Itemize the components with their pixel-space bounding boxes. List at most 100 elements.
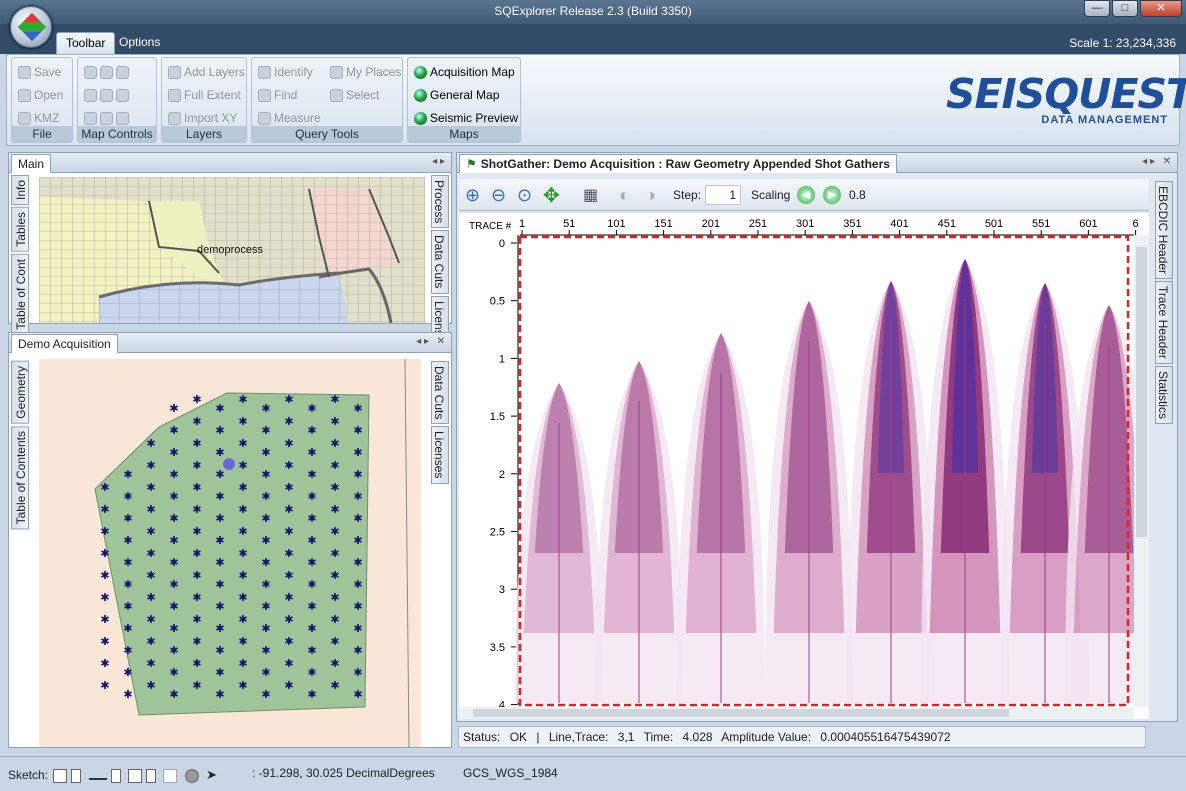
scale-decrease-icon[interactable]: ◀: [797, 186, 815, 204]
station-icon: ✱: [330, 613, 339, 626]
station-icon: ✱: [169, 534, 178, 547]
open-button[interactable]: Open: [18, 85, 63, 105]
selected-shot-point[interactable]: [223, 458, 235, 470]
import-xy-button[interactable]: Import XY: [168, 108, 237, 128]
measure-button[interactable]: Measure: [258, 108, 321, 128]
select-button[interactable]: Select: [330, 85, 379, 105]
text-icon[interactable]: [163, 768, 178, 783]
panel-scroll-arrows[interactable]: ◂ ▸: [432, 156, 445, 167]
eraser-icon[interactable]: [128, 768, 143, 783]
maximize-button[interactable]: □: [1112, 0, 1138, 17]
general-map-button[interactable]: General Map: [414, 85, 499, 105]
tab-table-of-contents[interactable]: Table of Contents: [11, 425, 29, 530]
panel-scroll-arrows[interactable]: ◂ ▸: [1142, 156, 1155, 167]
find-label: Find: [274, 88, 298, 102]
save-label: Save: [34, 65, 62, 79]
station-icon: ✱: [215, 622, 224, 635]
minimize-button[interactable]: —: [1084, 0, 1110, 17]
pointer-icon[interactable]: ➤: [206, 768, 220, 783]
close-button[interactable]: ✕: [1140, 0, 1182, 17]
hand-icon[interactable]: [116, 112, 129, 126]
overview-map[interactable]: demoprocess: [39, 177, 425, 323]
tab-trace-header[interactable]: Trace Header: [1155, 281, 1173, 364]
tab-tables[interactable]: Tables: [11, 207, 29, 252]
status-value: OK: [509, 730, 528, 744]
add-layers-button[interactable]: Add Layers: [168, 62, 245, 82]
vertical-scroll-thumb[interactable]: [1136, 247, 1147, 537]
full-extent-button[interactable]: Full Extent: [168, 85, 241, 105]
identify-button[interactable]: Identify: [258, 62, 313, 82]
back-icon[interactable]: [100, 66, 113, 80]
main-left-tabs: Info Tables Table of Cont: [11, 175, 29, 336]
acquisition-map[interactable]: ✱ ✱ ✱ ✱ ✱ ✱ ✱ ✱ ✱ ✱ ✱ ✱ ✱ ✱ ✱ ✱ ✱ ✱ ✱ ✱ ✱ ✱ ✱ ✱ ✱ ✱ ✱ ✱ ✱ ✱ ✱ ✱ ✱ ✱ ✱ ✱ ✱ ✱ ✱ ✱…: [39, 359, 421, 747]
zoom-extent-icon[interactable]: ⊙: [517, 185, 532, 206]
eraser-dropdown-icon[interactable]: [146, 768, 157, 783]
forward-icon[interactable]: [116, 66, 129, 80]
tab-table-of-contents[interactable]: Table of Cont: [11, 253, 29, 335]
pan-icon[interactable]: [84, 112, 97, 126]
zoom-out-icon[interactable]: ⊖: [491, 185, 506, 206]
line-dropdown-icon[interactable]: [110, 768, 121, 783]
zoom-in-icon[interactable]: ⊕: [465, 185, 480, 206]
tab-shotgather[interactable]: ⚑ ShotGather: Demo Acquisition : Raw Geom…: [459, 154, 897, 173]
line-style-icon[interactable]: [88, 772, 107, 780]
tab-data-cuts[interactable]: Data Cuts: [431, 361, 449, 425]
tab-demo-acquisition[interactable]: Demo Acquisition: [11, 334, 118, 353]
station-icon: ✱: [330, 657, 339, 670]
kmz-button[interactable]: KMZ: [18, 108, 59, 128]
find-button[interactable]: Find: [258, 85, 297, 105]
zoom-out-icon[interactable]: [84, 89, 97, 103]
station-icon: ✱: [192, 503, 201, 516]
scale-increase-icon[interactable]: ▶: [823, 186, 841, 204]
open-label: Open: [34, 88, 64, 102]
save-button[interactable]: Save: [18, 62, 61, 82]
tab-statistics[interactable]: Statistics: [1155, 365, 1173, 424]
settings-grid-icon[interactable]: ▦: [583, 185, 598, 205]
my-places-button[interactable]: My Places: [330, 62, 401, 82]
sketch-tools: Sketch: ➤: [8, 763, 222, 787]
tab-options[interactable]: Options: [110, 32, 169, 54]
time-tick-label: 2: [499, 469, 505, 481]
pen-icon[interactable]: [53, 768, 68, 783]
amplitude-value: 0.000405516475439072: [820, 730, 951, 744]
tab-process[interactable]: Process: [431, 175, 449, 229]
panel-close-icon[interactable]: ✕: [437, 336, 445, 347]
clear-sketch-icon[interactable]: [184, 768, 199, 783]
tab-info[interactable]: Info: [11, 175, 29, 206]
panel-scroll-arrows[interactable]: ◂ ▸: [416, 336, 429, 347]
tab-data-cuts[interactable]: Data Cuts: [431, 230, 449, 294]
tab-main[interactable]: Main: [11, 154, 52, 173]
ruler-icon: [258, 112, 271, 126]
station-icon: ✱: [146, 525, 155, 538]
panel-close-icon[interactable]: ✕: [1163, 156, 1171, 167]
station-icon: ✱: [353, 468, 362, 481]
zoom-in-icon[interactable]: [84, 66, 97, 80]
station-icon: ✱: [169, 490, 178, 503]
seismic-preview-button[interactable]: Seismic Preview: [414, 108, 518, 128]
station-icon: ✱: [146, 459, 155, 472]
pen-dropdown-icon[interactable]: [71, 768, 82, 783]
status-separator: |: [536, 730, 540, 744]
station-icon: ✱: [284, 393, 293, 406]
seismic-display[interactable]: TRACE # 1 51 101 151 201 251 301 351 401 451 501 55…: [459, 213, 1149, 719]
step-input[interactable]: 1: [705, 185, 741, 205]
acquisition-map-button[interactable]: Acquisition Map: [414, 62, 515, 82]
app-orb-button[interactable]: [10, 6, 52, 48]
time-tick-label: 2.5: [490, 527, 505, 539]
station-icon: ✱: [330, 481, 339, 494]
station-icon: ✱: [215, 424, 224, 437]
pan-icon[interactable]: ✥: [543, 183, 560, 208]
station-icon: ✱: [169, 578, 178, 591]
open-icon: [18, 89, 31, 103]
refresh-icon[interactable]: [116, 89, 129, 103]
pointer-icon[interactable]: [100, 89, 113, 103]
station-icon: ✱: [169, 688, 178, 701]
tab-geometry[interactable]: Geometry: [11, 361, 29, 424]
coordinate-readout: : -91.298, 30.025 DecimalDegrees: [252, 766, 435, 780]
horizontal-scroll-thumb[interactable]: [473, 709, 1009, 717]
tab-toolbar[interactable]: Toolbar: [56, 32, 116, 54]
station-icon: ✱: [146, 657, 155, 670]
tab-licenses[interactable]: Licenses: [431, 426, 449, 484]
tab-ebcdic-header[interactable]: EBCDIC Header: [1155, 181, 1173, 280]
print-icon[interactable]: [100, 112, 113, 126]
